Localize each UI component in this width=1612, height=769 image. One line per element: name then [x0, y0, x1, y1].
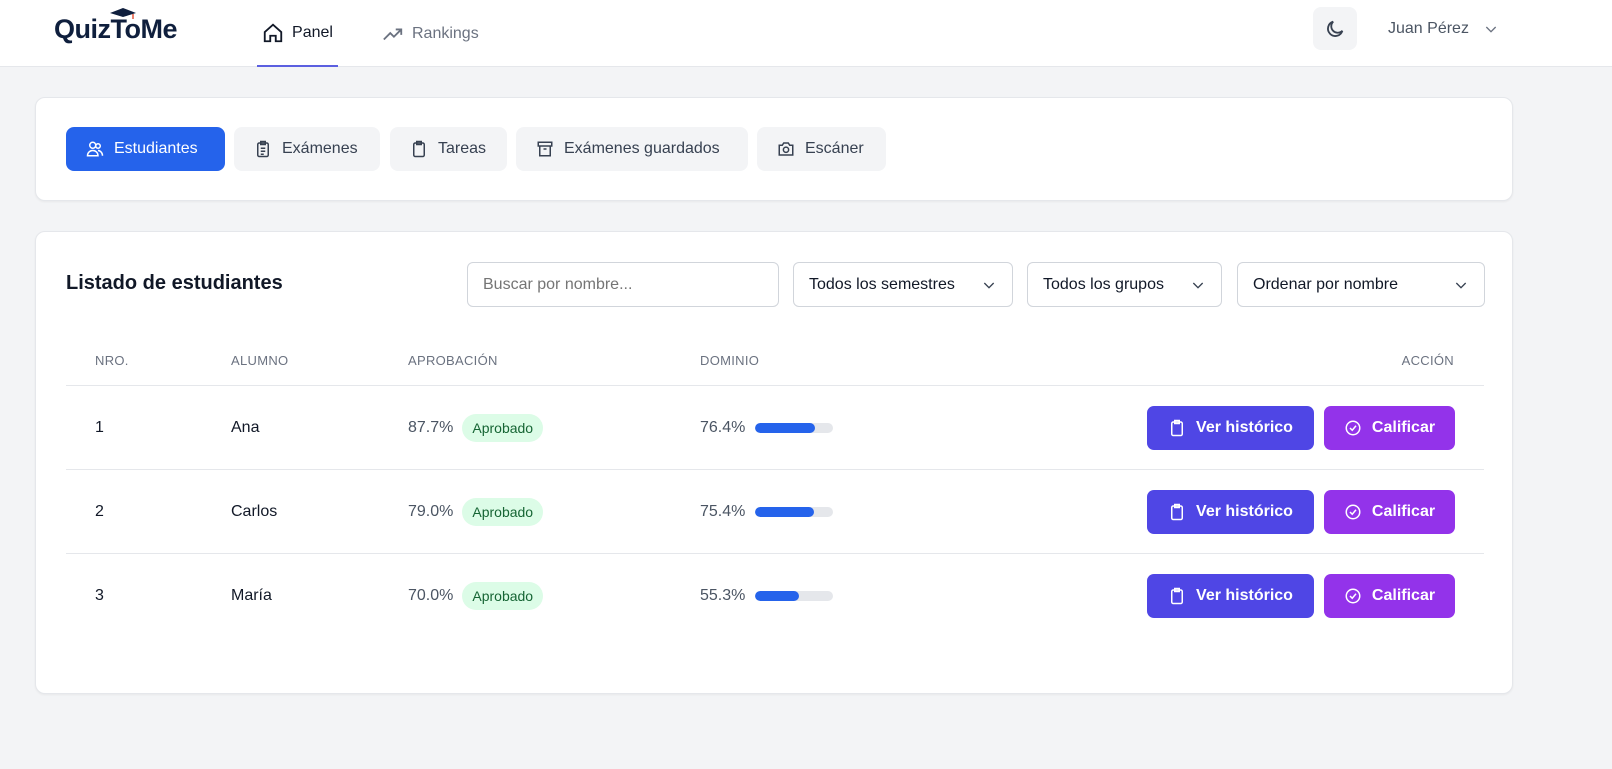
header-nro: NRO.	[95, 353, 129, 368]
semester-select[interactable]: Todos los semestres	[793, 262, 1013, 307]
tabs-card: Estudiantes Exámenes Tareas Exámenes gua…	[35, 97, 1513, 201]
check-circle-icon	[1345, 504, 1361, 520]
student-name: Carlos	[231, 503, 278, 520]
mastery-progress-fill	[755, 423, 815, 433]
header-accion: ACCIÓN	[1401, 353, 1454, 368]
students-list-card: Listado de estudiantes Todos los semestr…	[35, 231, 1513, 694]
sort-select[interactable]: Ordenar por nombre	[1237, 262, 1485, 307]
mastery-value: 55.3%	[700, 587, 746, 604]
student-name: María	[231, 587, 272, 604]
approval-cell: 87.7% Aprobado	[408, 386, 544, 470]
student-name: Ana	[231, 419, 260, 436]
header-dominio: DOMINIO	[700, 353, 760, 368]
camera-icon	[778, 142, 794, 156]
clipboard-icon	[1171, 419, 1184, 437]
clipboard-list-icon	[257, 140, 269, 158]
mastery-progress-fill	[755, 507, 815, 517]
nav-panel[interactable]: Panel	[257, 0, 338, 67]
chevron-down-icon	[983, 282, 995, 289]
mastery-progress-bar	[755, 423, 834, 433]
tab-examenes-guardados[interactable]: Exámenes guardados	[516, 127, 748, 171]
nav-rankings[interactable]: Rankings	[382, 0, 479, 67]
grade-label: Calificar	[1371, 587, 1436, 604]
tab-tareas[interactable]: Tareas	[390, 127, 507, 171]
users-icon	[86, 141, 104, 157]
mastery-cell: 76.4%	[700, 386, 834, 470]
grade-label: Calificar	[1371, 503, 1436, 520]
tab-estudiantes[interactable]: Estudiantes	[66, 127, 225, 171]
approval-cell: 70.0% Aprobado	[408, 554, 544, 638]
row-number: 1	[95, 419, 104, 436]
approval-value: 87.7%	[408, 419, 454, 436]
mastery-progress-bar	[755, 507, 834, 517]
view-history-label: Ver histórico	[1196, 587, 1293, 604]
view-history-button[interactable]: Ver histórico	[1147, 490, 1314, 534]
search-input[interactable]	[467, 262, 779, 307]
graduation-cap-icon	[110, 8, 136, 19]
header-aprobacion: APROBACIÓN	[408, 353, 498, 368]
grade-button[interactable]: Calificar	[1324, 406, 1455, 450]
approval-value: 79.0%	[408, 503, 454, 520]
grade-button[interactable]: Calificar	[1324, 574, 1455, 618]
approval-cell: 79.0% Aprobado	[408, 470, 544, 554]
clipboard-icon	[1171, 587, 1184, 605]
table-row: 3 María 70.0% Aprobado 55.3% Ver históri…	[66, 553, 1484, 637]
archive-icon	[537, 141, 553, 157]
list-title: Listado de estudiantes	[66, 272, 283, 294]
row-number: 2	[95, 503, 104, 520]
clipboard-icon	[1171, 503, 1184, 521]
theme-toggle-button[interactable]	[1313, 7, 1357, 50]
group-select[interactable]: Todos los grupos	[1027, 262, 1222, 307]
view-history-label: Ver histórico	[1196, 503, 1293, 520]
home-icon	[263, 23, 283, 42]
chevron-down-icon	[1455, 282, 1467, 289]
top-navbar: QuizToMe Panel Rankings Juan Pérez	[0, 0, 1612, 67]
logo[interactable]: QuizToMe	[54, 8, 177, 45]
status-badge: Aprobado	[462, 582, 544, 610]
mastery-progress-fill	[755, 591, 799, 601]
mastery-cell: 55.3%	[700, 554, 834, 638]
mastery-cell: 75.4%	[700, 470, 834, 554]
table-row: 2 Carlos 79.0% Aprobado 75.4% Ver histór…	[66, 469, 1484, 553]
check-circle-icon	[1345, 588, 1361, 604]
view-history-label: Ver histórico	[1196, 419, 1293, 436]
grade-label: Calificar	[1371, 419, 1436, 436]
user-menu[interactable]: Juan Pérez	[1388, 20, 1499, 38]
mastery-value: 75.4%	[700, 503, 746, 520]
status-badge: Aprobado	[462, 498, 544, 526]
row-number: 3	[95, 587, 104, 604]
status-badge: Aprobado	[462, 414, 544, 442]
tab-examenes[interactable]: Exámenes	[234, 127, 380, 171]
view-history-button[interactable]: Ver histórico	[1147, 574, 1314, 618]
trending-up-icon	[383, 28, 403, 40]
mastery-progress-bar	[755, 591, 834, 601]
clipboard-icon	[413, 140, 425, 158]
moon-icon	[1327, 20, 1344, 37]
header-alumno: ALUMNO	[231, 353, 289, 368]
chevron-down-icon	[1485, 26, 1497, 33]
chevron-down-icon	[1192, 282, 1204, 289]
tab-escaner[interactable]: Escáner	[757, 127, 886, 171]
view-history-button[interactable]: Ver histórico	[1147, 406, 1314, 450]
check-circle-icon	[1345, 420, 1361, 436]
grade-button[interactable]: Calificar	[1324, 490, 1455, 534]
table-row: 1 Ana 87.7% Aprobado 76.4% Ver histórico…	[66, 385, 1484, 469]
mastery-value: 76.4%	[700, 419, 746, 436]
approval-value: 70.0%	[408, 587, 454, 604]
